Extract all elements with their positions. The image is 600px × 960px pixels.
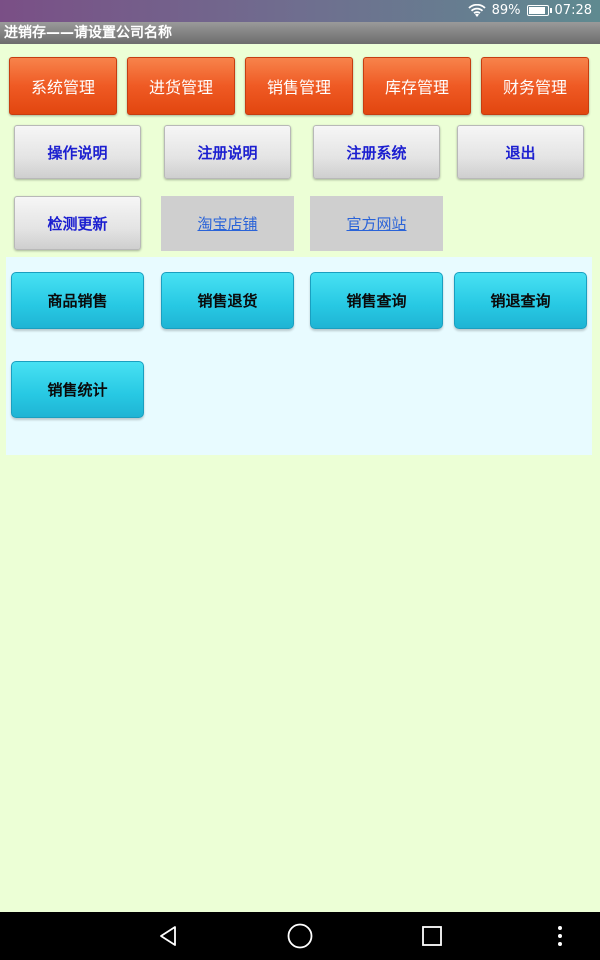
battery-icon	[526, 5, 552, 16]
return-query-button[interactable]: 销退查询	[454, 272, 587, 329]
wifi-icon	[467, 3, 486, 17]
more-icon	[558, 926, 562, 946]
navigation-bar	[0, 912, 600, 960]
official-website-link[interactable]: 官方网站	[310, 196, 443, 251]
status-icons: 89% 07:28	[467, 3, 592, 18]
recents-button[interactable]	[412, 912, 452, 960]
battery-percent: 89%	[491, 3, 521, 18]
taobao-store-link[interactable]: 淘宝店铺	[161, 196, 294, 251]
app-title: 进销存——请设置公司名称	[0, 22, 600, 44]
exit-button[interactable]: 退出	[457, 125, 584, 179]
home-button[interactable]	[280, 912, 320, 960]
check-update-button[interactable]: 检测更新	[14, 196, 141, 250]
finance-management-button[interactable]: 财务管理	[481, 57, 589, 115]
register-system-button[interactable]: 注册系统	[313, 125, 440, 179]
purchase-management-button[interactable]: 进货管理	[127, 57, 235, 115]
back-button[interactable]	[148, 912, 188, 960]
sales-statistics-button[interactable]: 销售统计	[11, 361, 144, 418]
back-icon	[160, 926, 176, 946]
more-button[interactable]	[548, 912, 572, 960]
sales-query-button[interactable]: 销售查询	[310, 272, 443, 329]
home-icon	[287, 923, 313, 949]
product-sales-button[interactable]: 商品销售	[11, 272, 144, 329]
sales-return-button[interactable]: 销售退货	[161, 272, 294, 329]
clock: 07:28	[554, 3, 592, 18]
inventory-management-button[interactable]: 库存管理	[363, 57, 471, 115]
registration-info-button[interactable]: 注册说明	[164, 125, 291, 179]
system-management-button[interactable]: 系统管理	[9, 57, 117, 115]
status-bar: 89% 07:28	[0, 0, 600, 22]
recents-icon	[422, 926, 442, 946]
sales-management-button[interactable]: 销售管理	[245, 57, 353, 115]
instructions-button[interactable]: 操作说明	[14, 125, 141, 179]
